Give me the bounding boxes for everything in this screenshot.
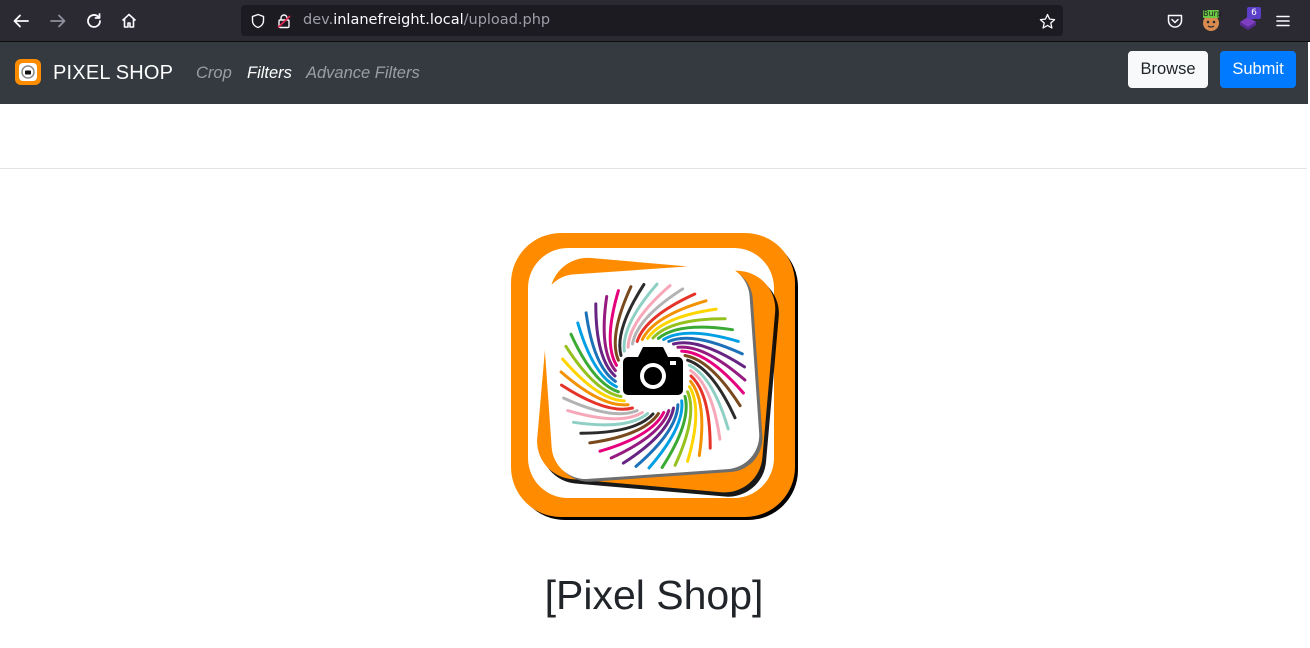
url-host: inlanefreight.local: [333, 12, 464, 28]
pocket-icon[interactable]: [1163, 9, 1187, 33]
extension-icon[interactable]: 6: [1236, 7, 1261, 33]
brand-logo[interactable]: [14, 58, 42, 86]
url-prefix: dev.: [303, 12, 334, 28]
site-navbar: PIXEL SHOP Crop Filters Advance Filters …: [0, 42, 1308, 104]
nav-link-crop[interactable]: Crop: [196, 64, 232, 83]
pixel-shop-logo: [510, 232, 800, 522]
submit-button[interactable]: Submit: [1220, 51, 1296, 88]
browse-button[interactable]: Browse: [1128, 51, 1208, 88]
forward-arrow-icon[interactable]: [46, 9, 70, 33]
page-title: [Pixel Shop]: [544, 572, 764, 618]
url-path: /upload.php: [463, 12, 551, 28]
extension-badge: 6: [1247, 7, 1261, 19]
nav-link-advance-filters[interactable]: Advance Filters: [306, 64, 420, 83]
star-icon[interactable]: [1038, 12, 1056, 30]
shield-icon[interactable]: [249, 12, 267, 30]
home-icon[interactable]: [117, 9, 141, 33]
brand-name[interactable]: PIXEL SHOP: [53, 62, 173, 85]
content-divider: [0, 168, 1308, 169]
url-text[interactable]: dev.inlanefreight.local/upload.php: [303, 12, 550, 28]
menu-icon[interactable]: [1271, 9, 1295, 33]
url-bar[interactable]: dev.inlanefreight.local/upload.php: [241, 5, 1063, 36]
burp-label: Burp: [1203, 9, 1222, 18]
reload-icon[interactable]: [82, 9, 106, 33]
nav-link-filters[interactable]: Filters: [247, 64, 292, 83]
browser-toolbar: dev.inlanefreight.local/upload.php Burp …: [0, 0, 1310, 42]
lock-icon[interactable]: [275, 12, 293, 30]
burp-extension-icon[interactable]: Burp: [1199, 9, 1223, 33]
back-arrow-icon[interactable]: [9, 9, 33, 33]
